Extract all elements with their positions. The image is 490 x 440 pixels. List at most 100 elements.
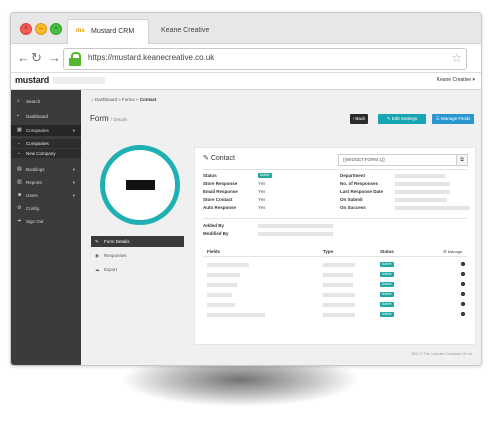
form-menu-responses[interactable]: ◉ Responses (91, 250, 184, 261)
list-icon: ☰ (435, 116, 440, 121)
reload-icon[interactable]: ↻ (31, 50, 42, 66)
sidebar-search[interactable]: ⌕ Search (11, 96, 81, 107)
tab-mustard-crm[interactable]: ms Mustard CRM (67, 19, 149, 44)
eye-icon: ◉ (95, 253, 99, 258)
field-status-badge: Active (380, 292, 394, 297)
sidebar-subitem-companies[interactable]: • Companies (11, 139, 81, 148)
sidebar-item-companies[interactable]: ▦ Companies ▾ (11, 125, 81, 136)
browser-window: × – + ms Mustard CRM Keane Creative ← ↻ →… (10, 12, 482, 366)
info-icon[interactable]: i (461, 262, 465, 266)
app-logo: mustard (15, 75, 50, 85)
type-header: Type (323, 249, 334, 254)
form-menu-export[interactable]: ☁ Export (91, 264, 184, 275)
chevron-down-icon: ▾ (72, 128, 75, 133)
department-value (395, 174, 445, 178)
field-name-cell (207, 313, 265, 317)
added-by-label: Added By (203, 223, 225, 228)
edit-icon: ✎ (386, 116, 391, 121)
field-name-cell (207, 273, 240, 277)
modified-by-value (258, 232, 333, 236)
sidebar: ⌕ Search ▪ Dashboard ▦ Companies ▾ • Com… (11, 90, 81, 365)
auto-response-label: Auto Response (203, 205, 237, 210)
sidebar-item-reports[interactable]: ▥ Reports ▾ (11, 177, 81, 188)
sidebar-subitem-new-company[interactable]: • New Company (11, 149, 81, 158)
field-status-badge: Active (380, 262, 394, 267)
status-label: Status (203, 173, 217, 178)
on-success-label: On Success (340, 205, 366, 210)
info-icon[interactable]: i (461, 312, 465, 316)
chart-icon: ▥ (17, 179, 22, 185)
copy-icon[interactable]: ⧉ (456, 155, 467, 165)
chevron-down-icon: ▾ (72, 193, 75, 198)
info-icon[interactable]: i (461, 302, 465, 306)
gear-icon: ⚙ (17, 205, 22, 211)
back-arrow-icon[interactable]: ← (17, 50, 30, 66)
store-contact-value: Yes (258, 197, 266, 202)
on-success-value (395, 206, 470, 210)
field-type-cell (323, 303, 355, 307)
form-icon-placeholder (126, 180, 155, 190)
status-header: Status (380, 249, 394, 254)
maximize-window-button[interactable]: + (50, 23, 62, 35)
browser-nav-bar: ← ↻ → https://mustard.keanecreative.co.u… (11, 44, 481, 73)
address-bar[interactable]: https://mustard.keanecreative.co.uk ☆ (63, 48, 467, 70)
added-by-value (258, 224, 333, 228)
sign-out-icon: ➜ (17, 218, 22, 224)
tab-keane-creative[interactable]: Keane Creative (151, 19, 231, 43)
field-name-cell (207, 263, 249, 267)
minimize-window-button[interactable]: – (35, 23, 47, 35)
manage-fields-button[interactable]: ☰ Manage Fields (432, 114, 474, 124)
field-type-cell (323, 293, 355, 297)
panel-title: ✎ Contact (203, 155, 235, 162)
field-type-cell (323, 283, 353, 287)
email-response-value: Yes (258, 189, 266, 194)
responses-count-label: No. of Responses (340, 181, 379, 186)
status-badge: Active (258, 173, 272, 178)
edit-settings-button[interactable]: ✎ Edit Settings (378, 114, 426, 124)
info-icon[interactable]: i (461, 292, 465, 296)
info-icon[interactable]: i (461, 272, 465, 276)
responses-count-value (395, 182, 450, 186)
close-window-button[interactable]: × (20, 23, 32, 35)
department-label: Department (340, 173, 366, 178)
sidebar-item-bookings[interactable]: ▤ Bookings ▾ (11, 164, 81, 175)
building-icon: ▦ (17, 127, 22, 133)
on-submit-label: On Submit (340, 197, 363, 202)
breadcrumb-contact: Contact (139, 97, 157, 102)
widget-code-field[interactable]: {{WIDGET:FORM:1}} ⧉ (338, 154, 468, 166)
search-icon: ⌕ (17, 98, 20, 104)
footer-copyright: 2021 © The Lockside Company UK Ltd. (411, 352, 473, 356)
user-menu[interactable]: Keane Creative ▾ (437, 77, 475, 83)
form-details-panel: ✎ Contact {{WIDGET:FORM:1}} ⧉ Status Act… (194, 147, 476, 345)
info-icon[interactable]: i (461, 282, 465, 286)
page-subtitle: / Details (110, 117, 128, 122)
form-icon-ring (100, 145, 180, 225)
store-response-value: Yes (258, 181, 266, 186)
app-header: mustard Keane Creative ▾ (11, 73, 481, 90)
divider (203, 218, 467, 219)
widget-code-text: {{WIDGET:FORM:1}} (343, 157, 385, 162)
sidebar-item-dashboard[interactable]: ▪ Dashboard (11, 111, 81, 122)
header-search-bar[interactable] (53, 77, 105, 84)
form-menu-details[interactable]: ✎ Form Details (91, 236, 184, 247)
page-title: Form / Details (90, 114, 128, 123)
field-name-cell (207, 293, 232, 297)
email-response-label: Email Response (203, 189, 238, 194)
edit-icon: ✎ (95, 239, 99, 244)
breadcrumb-forms[interactable]: Forms (122, 97, 135, 102)
sidebar-item-sign-out[interactable]: ➜ Sign Out (11, 216, 81, 227)
cloud-download-icon: ☁ (95, 267, 100, 272)
forward-arrow-icon[interactable]: → (48, 50, 61, 66)
auto-response-value: Yes (258, 205, 266, 210)
mustard-favicon-icon: ms (76, 28, 85, 35)
field-status-badge: Active (380, 302, 394, 307)
sidebar-item-users[interactable]: ☻ Users ▾ (11, 190, 81, 201)
breadcrumb-dashboard[interactable]: Dashboard (95, 97, 117, 102)
manage-header[interactable]: ☰ Manage (443, 249, 462, 254)
sidebar-item-config[interactable]: ⚙ Config (11, 203, 81, 214)
back-button[interactable]: ‹ Back (350, 114, 368, 124)
field-type-cell (323, 273, 353, 277)
bookmark-star-icon[interactable]: ☆ (451, 51, 462, 65)
chevron-down-icon: ▾ (72, 167, 75, 172)
on-submit-value (395, 198, 447, 202)
